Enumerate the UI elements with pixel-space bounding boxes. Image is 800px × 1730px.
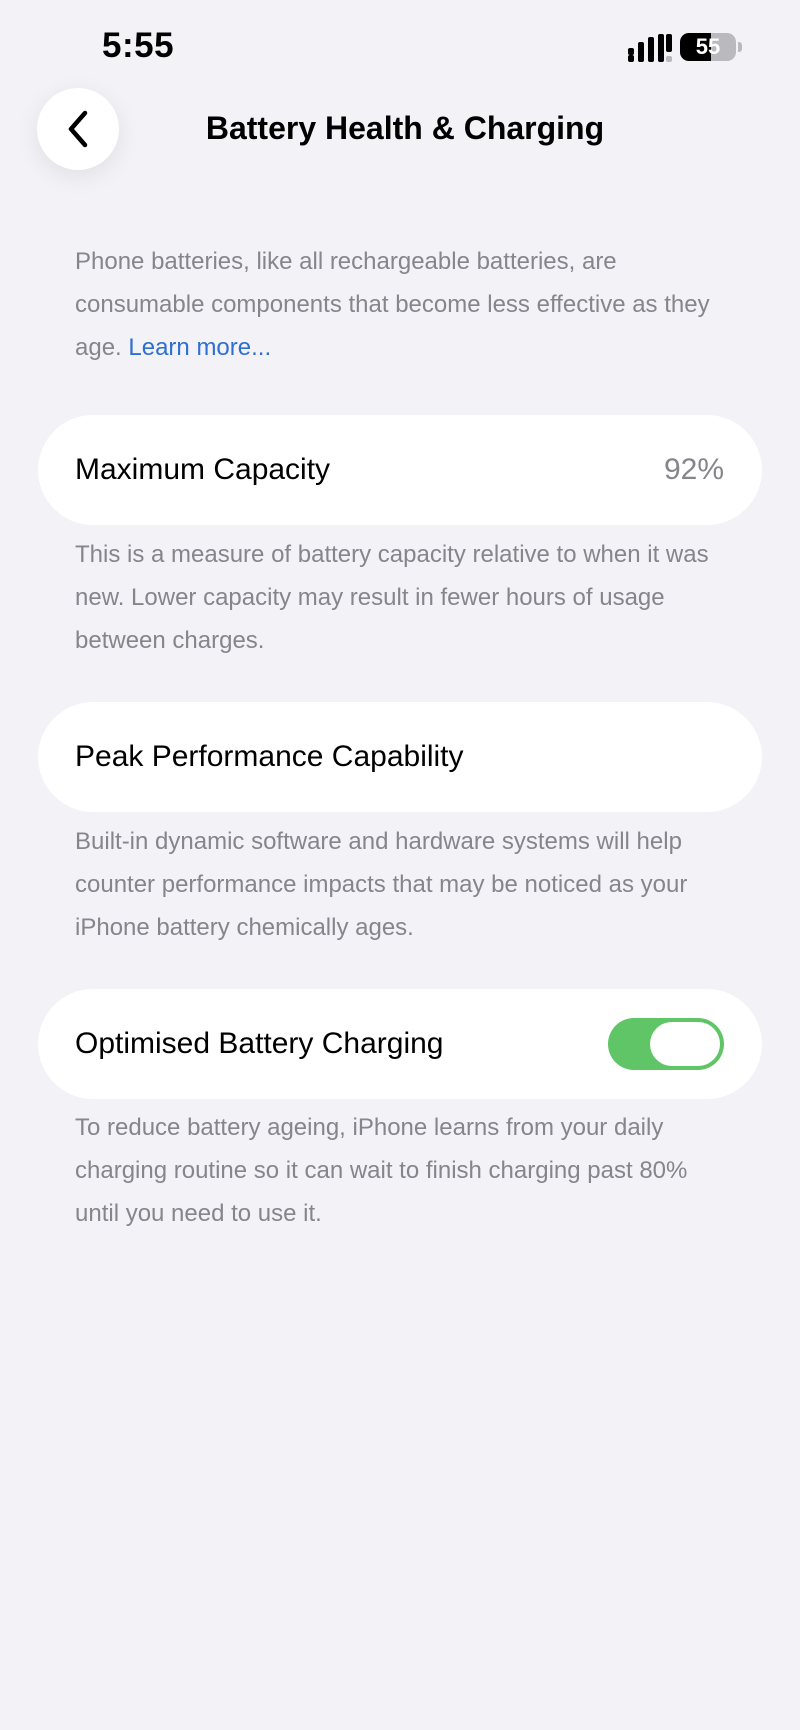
page-title: Battery Health & Charging bbox=[0, 110, 800, 147]
optimised-charging-toggle[interactable] bbox=[608, 1018, 724, 1070]
peak-performance-footer: Built-in dynamic software and hardware s… bbox=[75, 828, 688, 941]
maximum-capacity-row: Maximum Capacity 92% bbox=[38, 415, 762, 525]
battery-level-text: 55 bbox=[695, 34, 721, 59]
signal-bars-icon bbox=[628, 34, 672, 62]
status-time: 5:55 bbox=[102, 26, 175, 65]
maximum-capacity-value: 92% bbox=[663, 453, 724, 486]
optimised-charging-row: Optimised Battery Charging bbox=[38, 989, 762, 1099]
peak-performance-label: Peak Performance Capability bbox=[75, 740, 464, 773]
learn-more-link[interactable]: Learn more... bbox=[128, 334, 271, 361]
peak-performance-row: Peak Performance Capability bbox=[38, 702, 762, 812]
battery-cap bbox=[738, 42, 742, 52]
battery-icon: 55 bbox=[680, 33, 736, 61]
intro-text: Phone batteries, like all rechargeable b… bbox=[75, 240, 735, 369]
optimised-charging-label: Optimised Battery Charging bbox=[75, 1027, 444, 1060]
optimised-charging-footer: To reduce battery ageing, iPhone learns … bbox=[75, 1114, 688, 1227]
maximum-capacity-label: Maximum Capacity bbox=[75, 453, 331, 486]
toggle-knob bbox=[650, 1022, 720, 1066]
page-title-text: Battery Health & Charging bbox=[205, 110, 605, 146]
maximum-capacity-footer: This is a measure of battery capacity re… bbox=[75, 541, 709, 654]
